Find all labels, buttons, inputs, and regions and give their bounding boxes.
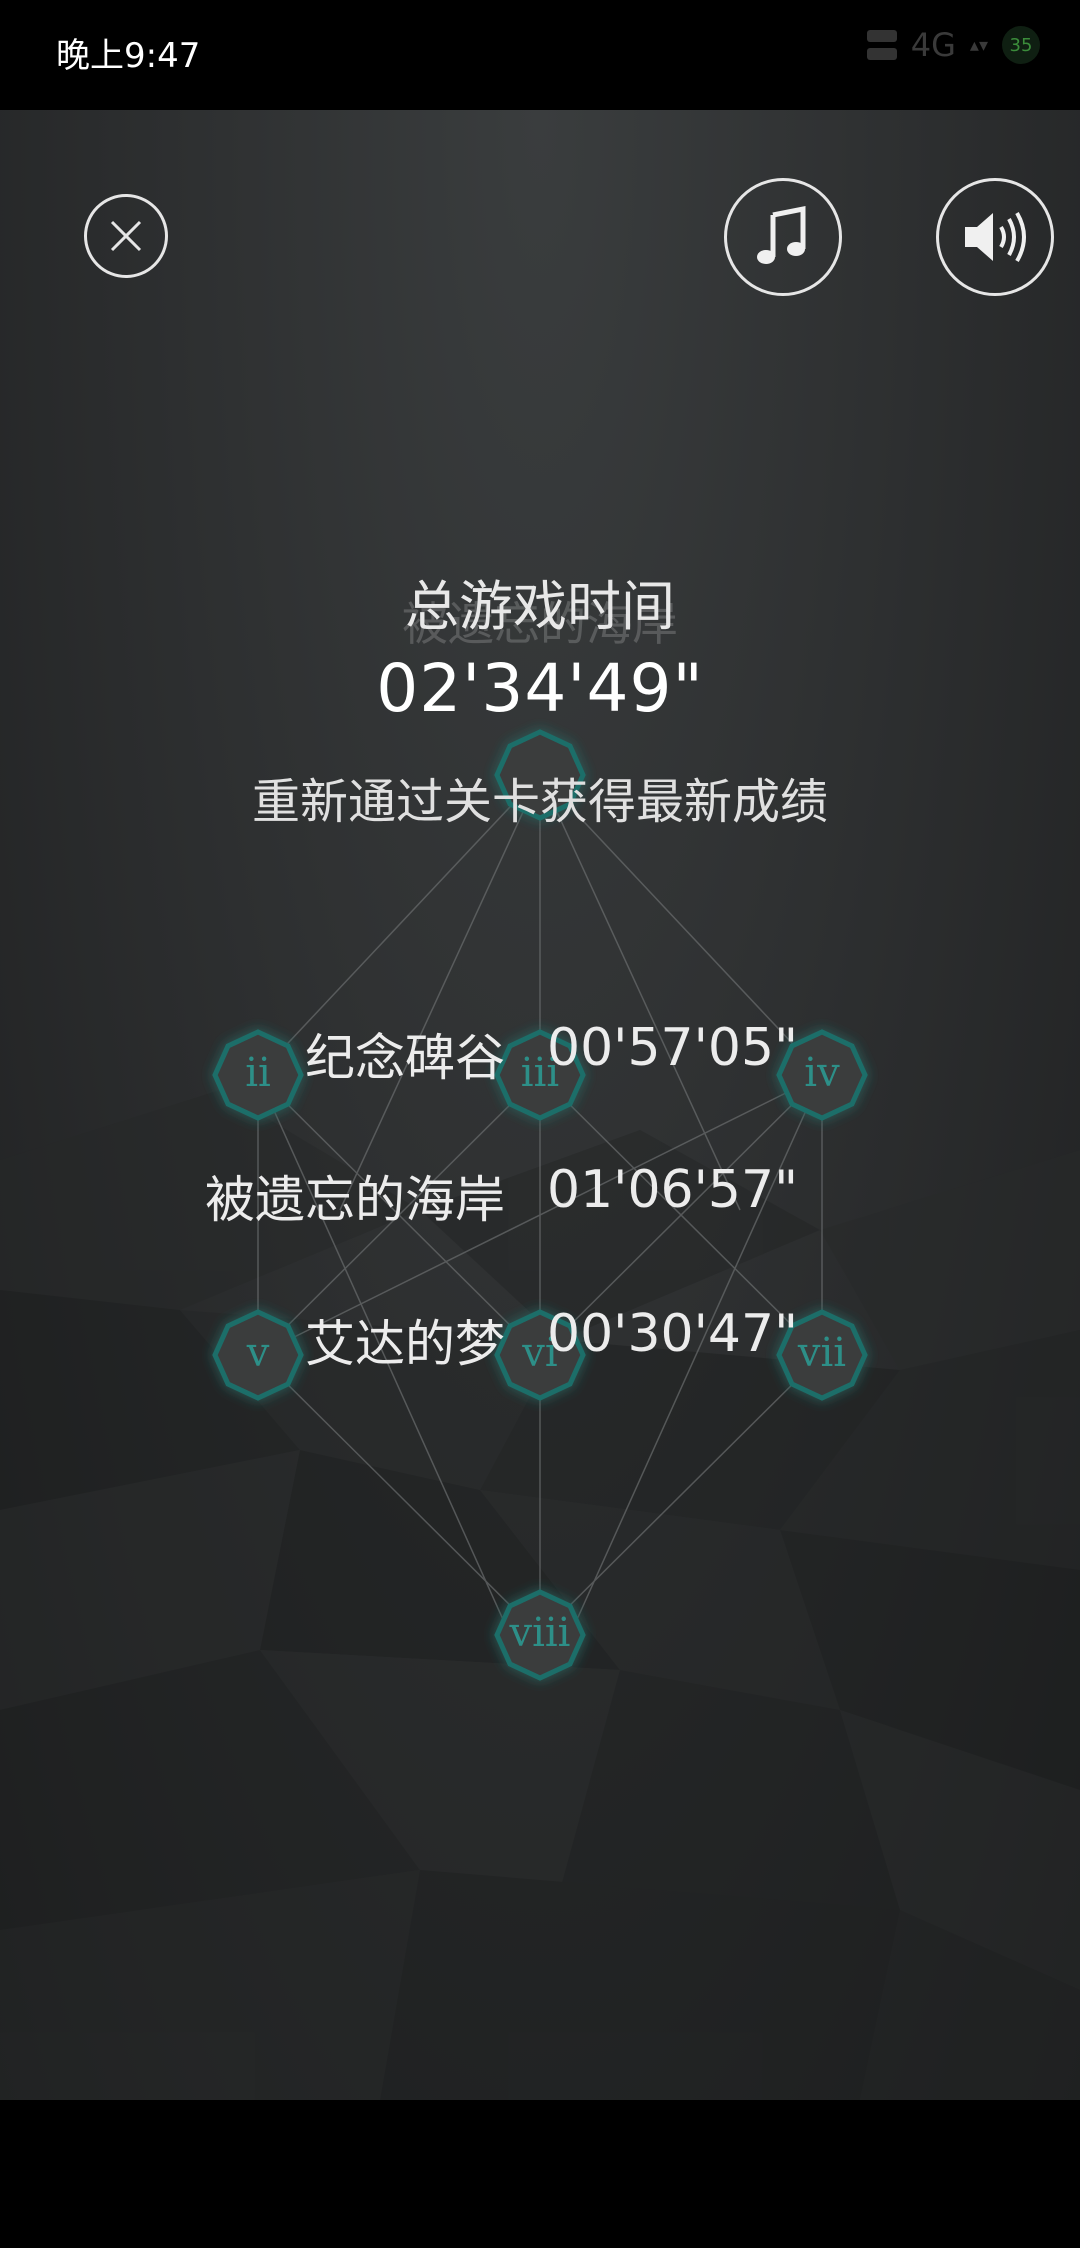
score-chapter-name: 艾达的梦 xyxy=(305,1315,505,1373)
score-chapter-name: 被遗忘的海岸 xyxy=(205,1171,505,1229)
node-label-viii: viii xyxy=(509,1610,571,1656)
chapter-map xyxy=(212,729,868,1681)
music-button[interactable] xyxy=(724,178,842,296)
game-screen: ii iii iv v vi vii viii 被遗忘的海岸 总游戏时间 02'… xyxy=(0,110,1080,2100)
close-icon xyxy=(110,220,142,252)
navigation-bar xyxy=(0,2100,1080,2248)
status-time: 晚上9:47 xyxy=(56,36,201,76)
score-time: 00'30'47" xyxy=(547,1304,799,1364)
network-type: 4G xyxy=(910,26,956,64)
total-time-value: 02'34'49" xyxy=(376,650,704,727)
score-time: 01'06'57" xyxy=(547,1160,799,1220)
score-chapter-name: 纪念碑谷 xyxy=(305,1029,505,1087)
subtitle-text: 重新通过关卡获得最新成绩 xyxy=(251,774,828,830)
speaker-icon xyxy=(965,211,1026,263)
signal-arrows-icon: ▴▾ xyxy=(969,34,988,56)
status-indicators: 4G ▴▾ 35 xyxy=(866,26,1040,64)
score-row: 艾达的梦 00'30'47" xyxy=(0,1304,1080,1374)
sim-icon xyxy=(866,28,897,62)
total-time-title: 总游戏时间 xyxy=(405,575,675,638)
score-time: 00'57'05" xyxy=(547,1018,799,1078)
battery-icon: 35 xyxy=(1002,26,1040,64)
battery-level: 35 xyxy=(1009,34,1033,56)
music-note-icon xyxy=(757,205,806,264)
status-bar: 晚上9:47 4G ▴▾ 35 xyxy=(0,0,1080,110)
score-row: 纪念碑谷 00'57'05" xyxy=(0,1018,1080,1088)
score-row: 被遗忘的海岸 01'06'57" xyxy=(0,1160,1080,1230)
close-button[interactable] xyxy=(84,194,168,278)
sound-button[interactable] xyxy=(936,178,1054,296)
